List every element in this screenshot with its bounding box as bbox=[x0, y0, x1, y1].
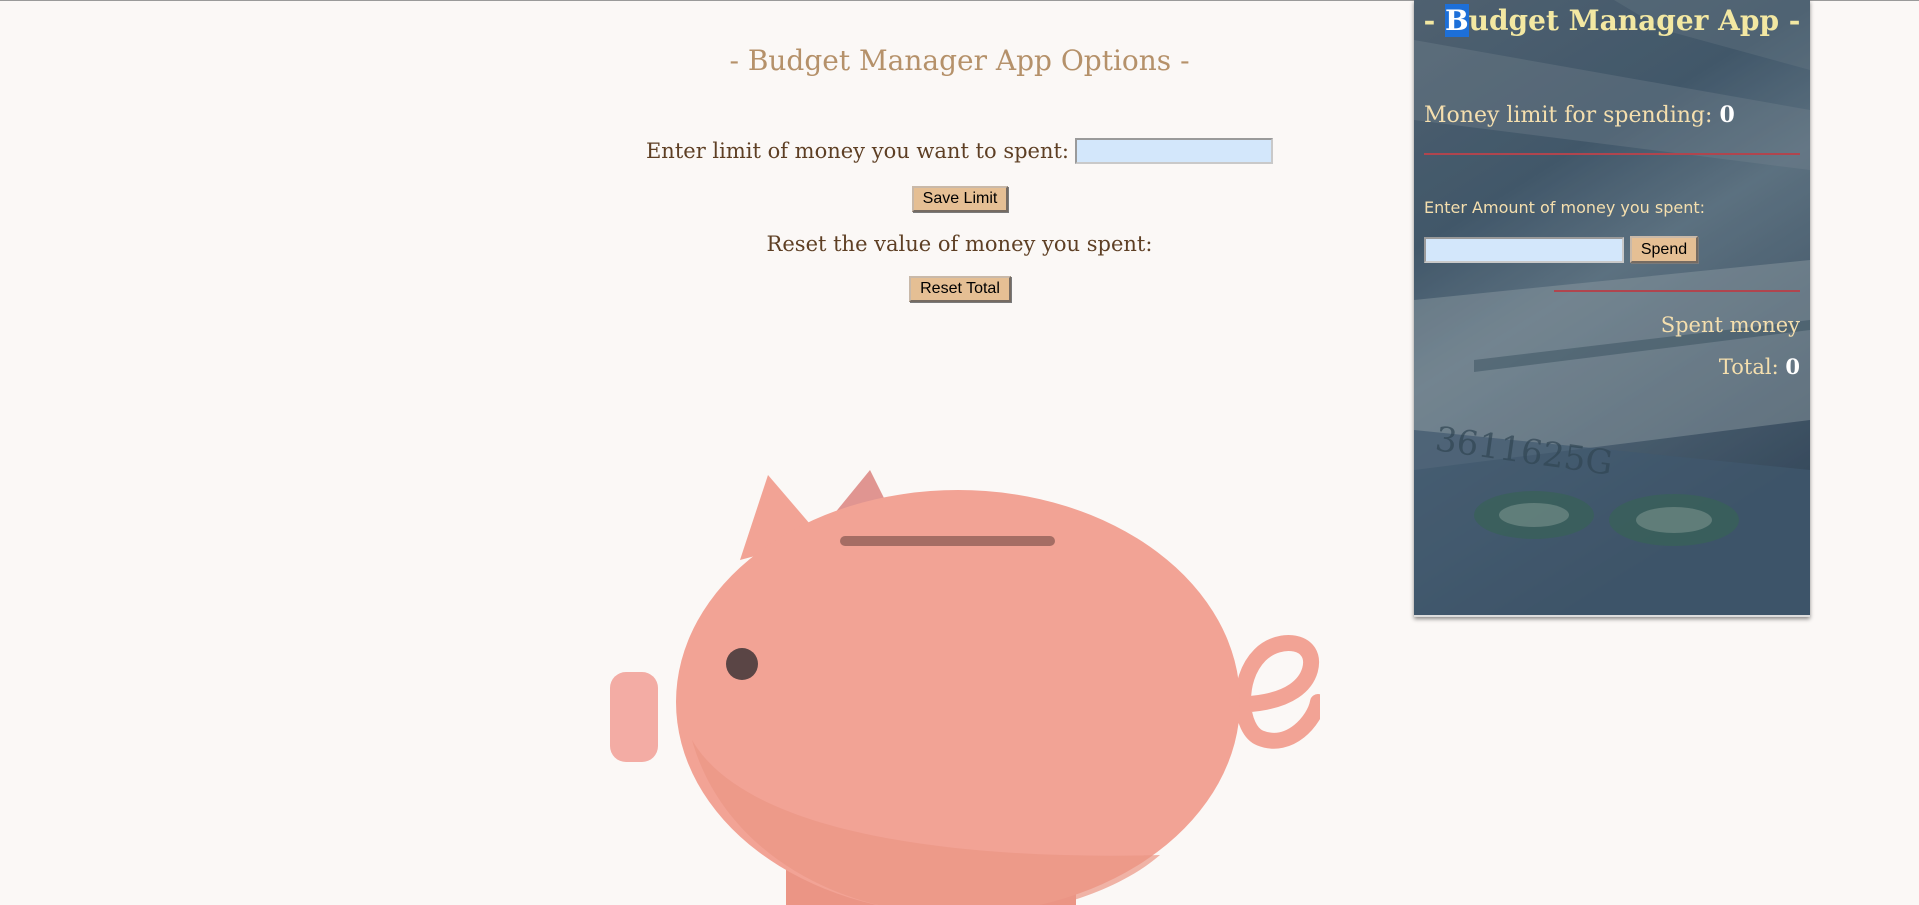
pig-coin-slot bbox=[840, 536, 1055, 546]
pig-eye bbox=[726, 648, 758, 680]
budget-manager-popup: 3611625G - Budget Manager App - Money li… bbox=[1414, 0, 1810, 617]
total-label: Total: bbox=[1718, 355, 1779, 379]
panel-title-selected-letter: B bbox=[1444, 4, 1469, 37]
enter-amount-label: Enter Amount of money you spent: bbox=[1424, 198, 1706, 217]
reset-total-button[interactable]: Reset Total bbox=[909, 276, 1011, 302]
panel-title-prefix: - bbox=[1423, 4, 1445, 37]
total-value: 0 bbox=[1785, 354, 1800, 379]
limit-label: Enter limit of money you want to spent: bbox=[645, 139, 1070, 163]
panel-title-rest: udget Manager App - bbox=[1468, 4, 1801, 37]
save-limit-button[interactable]: Save Limit bbox=[912, 186, 1008, 212]
spend-amount-input[interactable] bbox=[1424, 237, 1624, 263]
money-limit-value: 0 bbox=[1719, 102, 1735, 128]
money-limit-label: Money limit for spending: bbox=[1424, 103, 1713, 128]
spend-button[interactable]: Spend bbox=[1630, 236, 1698, 263]
banknote-background-image: 3611625G bbox=[1414, 0, 1810, 615]
divider-top bbox=[1424, 153, 1800, 155]
pig-snout bbox=[610, 672, 658, 762]
panel-title: - Budget Manager App - bbox=[1414, 4, 1810, 37]
limit-input[interactable] bbox=[1075, 138, 1274, 164]
divider-bottom bbox=[1554, 290, 1800, 292]
spent-money-label: Spent money bbox=[1660, 313, 1800, 337]
total-text: Total: 0 bbox=[1719, 354, 1800, 379]
piggy-bank-illustration bbox=[610, 470, 1320, 905]
money-limit-text: Money limit for spending: 0 bbox=[1424, 102, 1735, 128]
